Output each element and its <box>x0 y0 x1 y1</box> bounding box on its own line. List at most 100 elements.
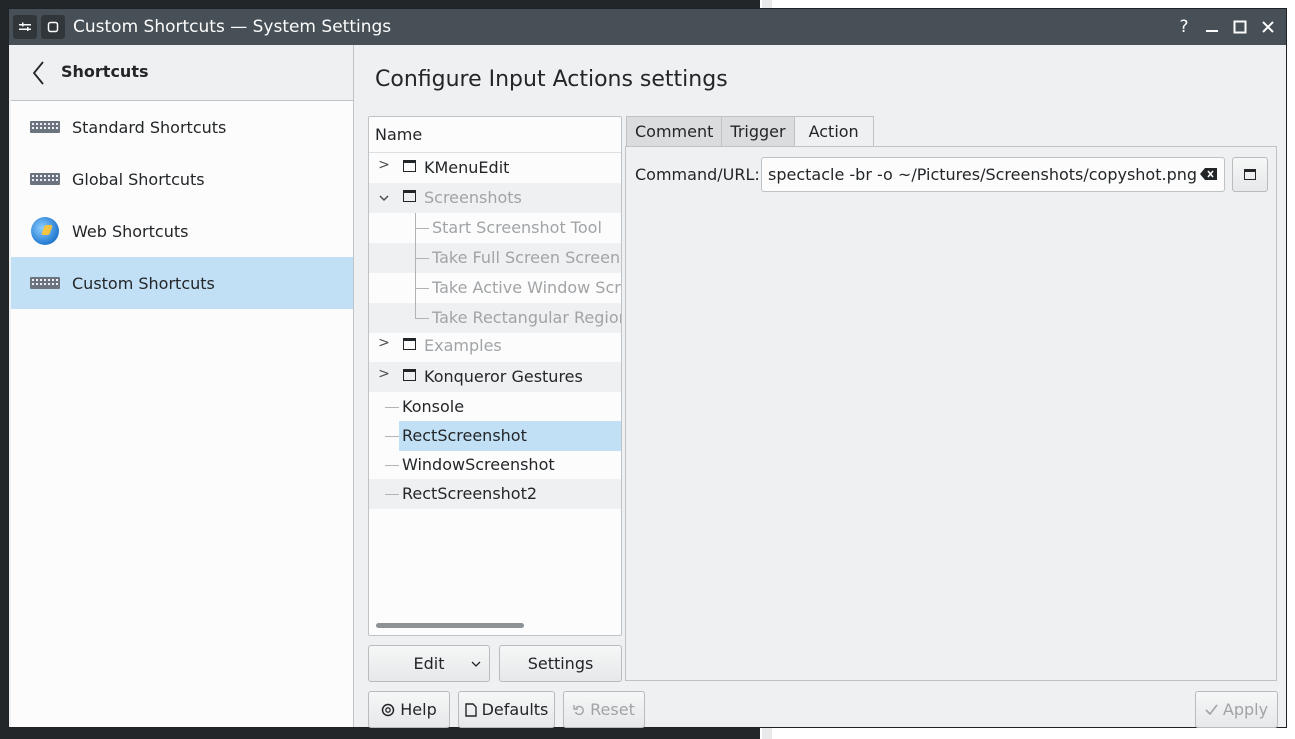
command-url-label: Command/URL: <box>635 165 760 184</box>
tab-trigger[interactable]: Trigger <box>721 116 795 147</box>
tree-row-examples[interactable]: > Examples <box>369 331 621 361</box>
maximize-icon <box>1233 20 1247 34</box>
tree-row-rectscreenshot[interactable]: RectScreenshot <box>369 421 621 451</box>
minimize-button[interactable] <box>1200 15 1224 39</box>
tree-row-label: Konsole <box>402 397 465 416</box>
settings-button-label: Settings <box>527 654 594 673</box>
tree-row-konqueror-gestures[interactable]: > Konqueror Gestures <box>369 362 621 392</box>
keep-above-icon[interactable] <box>41 15 65 39</box>
tree-line <box>415 288 429 289</box>
defaults-button[interactable]: Defaults <box>458 691 555 728</box>
expand-icon[interactable]: > <box>377 335 391 351</box>
tree-line <box>385 494 399 495</box>
tree-row-label: Konqueror Gestures <box>424 367 583 386</box>
help-footer-button[interactable]: Help <box>368 691 450 728</box>
command-url-input[interactable]: spectacle -br -o ~/Pictures/Screenshots/… <box>761 157 1225 192</box>
folder-icon <box>403 369 416 381</box>
globe-icon <box>29 217 61 245</box>
tree-row-kmenuedit[interactable]: > KMenuEdit <box>369 153 621 183</box>
sidebar: Shortcuts Standard Shortcuts Global Shor… <box>11 45 354 727</box>
tree-line <box>385 465 399 466</box>
chevron-down-icon <box>471 661 481 667</box>
tree-line <box>415 228 429 229</box>
tree-row-label: WindowScreenshot <box>402 455 555 474</box>
tree-line <box>385 436 399 437</box>
tree-column-header[interactable]: Name <box>369 117 621 153</box>
tree-row-label: RectScreenshot2 <box>402 484 538 503</box>
page-title: Configure Input Actions settings <box>375 67 728 92</box>
keyboard-icon <box>29 117 61 137</box>
collapse-icon[interactable] <box>377 189 391 209</box>
tree-line <box>415 318 429 319</box>
close-button[interactable] <box>1256 15 1280 39</box>
system-settings-window: Custom Shortcuts — System Settings ? Sho… <box>8 8 1287 728</box>
tree-row-label: Start Screenshot Tool <box>432 218 602 237</box>
horizontal-scrollbar[interactable] <box>376 623 524 628</box>
tree-row-label: Take Active Window Screenshot <box>432 278 621 297</box>
folder-icon <box>403 338 416 350</box>
tree-row-label: Take Rectangular Region Screenshot <box>432 308 621 327</box>
apply-button-label: Apply <box>1222 700 1269 719</box>
folder-icon <box>403 190 416 202</box>
lifebuoy-icon <box>382 703 395 716</box>
checkmark-icon <box>1205 704 1218 715</box>
window-title: Custom Shortcuts — System Settings <box>73 17 392 37</box>
help-button-label: Help <box>400 700 437 719</box>
document-defaults-icon <box>464 702 477 717</box>
tree-row-take-rectangular-region[interactable]: Take Rectangular Region Screenshot <box>369 303 621 333</box>
help-button[interactable]: ? <box>1172 15 1196 39</box>
actions-tree[interactable]: Name > KMenuEdit Screenshots Start Scree… <box>368 116 622 636</box>
minimize-icon <box>1206 30 1218 32</box>
keyboard-icon <box>29 273 61 293</box>
tree-row-windowscreenshot[interactable]: WindowScreenshot <box>369 450 621 480</box>
tree-row-label: Take Full Screen Screenshot <box>432 248 621 267</box>
command-url-value: spectacle -br -o ~/Pictures/Screenshots/… <box>768 165 1198 184</box>
tree-row-konsole[interactable]: Konsole <box>369 392 621 422</box>
folder-open-icon <box>1244 169 1256 180</box>
tree-row-start-screenshot-tool[interactable]: Start Screenshot Tool <box>369 213 621 243</box>
tree-line <box>385 407 399 408</box>
apply-button[interactable]: Apply <box>1195 691 1278 728</box>
tree-row-label: Screenshots <box>424 188 522 207</box>
window-menu-icon[interactable] <box>13 15 37 39</box>
sidebar-item-label: Custom Shortcuts <box>72 273 215 293</box>
help-icon: ? <box>1179 17 1189 37</box>
main-content: Configure Input Actions settings Name > … <box>355 45 1286 728</box>
defaults-button-label: Defaults <box>481 700 549 719</box>
reset-button-label: Reset <box>590 700 635 719</box>
tree-line <box>415 258 429 259</box>
back-arrow-icon[interactable] <box>31 59 47 87</box>
edit-dropdown-button[interactable]: Edit <box>368 645 490 682</box>
maximize-button[interactable] <box>1228 15 1252 39</box>
sidebar-item-global-shortcuts[interactable]: Global Shortcuts <box>11 153 353 205</box>
tree-row-take-active-window[interactable]: Take Active Window Screenshot <box>369 273 621 303</box>
tree-row-label: KMenuEdit <box>424 158 510 177</box>
sidebar-item-standard-shortcuts[interactable]: Standard Shortcuts <box>11 101 353 153</box>
sidebar-item-web-shortcuts[interactable]: Web Shortcuts <box>11 205 353 257</box>
expand-icon[interactable]: > <box>377 366 391 382</box>
browse-button[interactable] <box>1232 157 1268 192</box>
undo-icon <box>573 704 585 715</box>
sidebar-item-label: Web Shortcuts <box>72 221 189 241</box>
sidebar-title: Shortcuts <box>61 62 149 81</box>
tab-comment[interactable]: Comment <box>626 116 723 147</box>
edit-button-label: Edit <box>413 654 445 673</box>
action-tab-panel: Command/URL: spectacle -br -o ~/Pictures… <box>625 146 1277 681</box>
sidebar-item-label: Standard Shortcuts <box>72 117 227 137</box>
titlebar: Custom Shortcuts — System Settings ? <box>9 9 1286 45</box>
tab-bar: Comment Trigger Action <box>626 116 874 148</box>
tree-row-rectscreenshot2[interactable]: RectScreenshot2 <box>369 479 621 509</box>
tree-row-screenshots[interactable]: Screenshots <box>369 183 621 213</box>
keyboard-icon <box>29 169 61 189</box>
tab-action[interactable]: Action <box>793 116 874 148</box>
tree-row-take-full-screen[interactable]: Take Full Screen Screenshot <box>369 243 621 273</box>
close-icon <box>1262 21 1274 33</box>
folder-icon <box>403 160 416 172</box>
sidebar-item-label: Global Shortcuts <box>72 169 205 189</box>
reset-button[interactable]: Reset <box>563 691 645 728</box>
expand-icon[interactable]: > <box>377 157 391 173</box>
settings-button[interactable]: Settings <box>499 645 622 682</box>
sidebar-item-custom-shortcuts[interactable]: Custom Shortcuts <box>11 257 353 309</box>
sidebar-header: Shortcuts <box>11 45 353 101</box>
clear-text-icon[interactable] <box>1200 167 1218 181</box>
